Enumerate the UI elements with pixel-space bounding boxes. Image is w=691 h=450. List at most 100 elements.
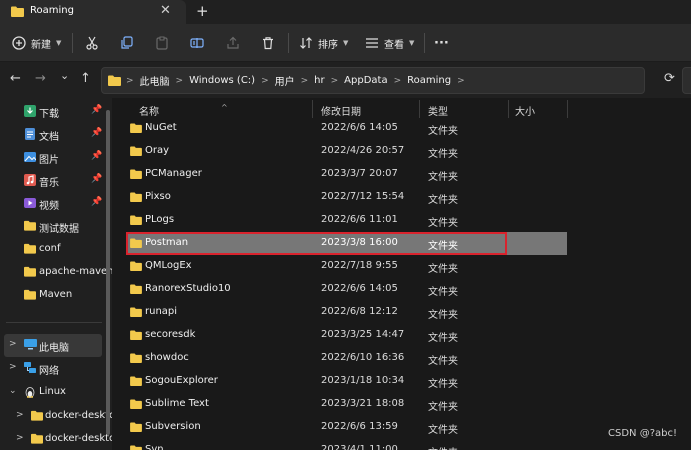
- more-options-button[interactable]: ···: [434, 24, 449, 62]
- video-icon: [24, 198, 36, 208]
- sidebar-item-music[interactable]: 音乐 📌: [0, 169, 104, 192]
- sidebar-item-videos[interactable]: 视频 📌: [0, 192, 104, 215]
- sidebar-item-test-data[interactable]: 测试数据: [0, 215, 104, 238]
- breadcrumb-this-pc[interactable]: 此电脑: [140, 73, 170, 88]
- file-type: 文件夹: [428, 264, 458, 275]
- column-divider[interactable]: [312, 100, 313, 118]
- sidebar-item-docker-desktop-data[interactable]: > docker-deskto: [0, 428, 115, 450]
- breadcrumb-separator: >: [126, 75, 134, 86]
- table-row[interactable]: Svn 2023/4/1 11:00 文件夹: [126, 439, 567, 450]
- tab-roaming[interactable]: Roaming ✕: [0, 0, 186, 24]
- refresh-icon[interactable]: ⟳: [664, 71, 675, 86]
- sidebar-item-linux[interactable]: ⌄ Linux: [0, 381, 104, 404]
- file-type: 文件夹: [428, 356, 458, 367]
- folder-icon: [130, 353, 142, 366]
- column-header-name[interactable]: 名称: [139, 103, 159, 118]
- folder-icon: [130, 445, 142, 450]
- address-bar[interactable]: > 此电脑 > Windows (C:) > 用户 > hr > AppData…: [101, 67, 645, 94]
- column-divider[interactable]: [567, 100, 568, 118]
- folder-icon: [130, 307, 142, 317]
- breadcrumb-separator: >: [261, 75, 269, 86]
- table-row[interactable]: Subversion 2022/6/6 13:59 文件夹: [126, 416, 567, 439]
- chevron-right-icon[interactable]: >: [9, 362, 17, 372]
- sidebar-scrollbar[interactable]: [106, 110, 110, 435]
- sort-button[interactable]: 排序 ▼: [299, 24, 348, 62]
- tab-title: Roaming: [30, 5, 74, 16]
- folder-icon: [130, 376, 142, 386]
- folder-icon: [31, 433, 43, 444]
- copy-button[interactable]: [120, 24, 134, 62]
- file-type: 文件夹: [428, 444, 458, 450]
- sidebar-item-apache-maven[interactable]: apache-maven: [0, 261, 113, 284]
- table-row[interactable]: RanorexStudio10 2022/6/6 14:05 文件夹: [126, 278, 567, 301]
- folder-icon: [130, 422, 142, 432]
- table-row[interactable]: PCManager 2023/3/7 20:07 文件夹: [126, 163, 567, 186]
- up-arrow-icon[interactable]: ↑: [80, 71, 91, 86]
- file-date: 2023/4/1 11:00: [321, 444, 398, 450]
- close-tab-icon[interactable]: ✕: [160, 3, 171, 18]
- table-row-selected[interactable]: Postman 2023/3/8 16:00 文件夹: [126, 232, 567, 255]
- table-row[interactable]: PLogs 2022/6/6 11:01 文件夹: [126, 209, 567, 232]
- file-name: Oray: [145, 145, 170, 156]
- new-button[interactable]: 新建 ▼: [12, 24, 61, 62]
- table-row[interactable]: SogouExplorer 2023/1/18 10:34 文件夹: [126, 370, 567, 393]
- column-header-type[interactable]: 类型: [428, 103, 448, 118]
- sidebar-item-pictures[interactable]: 图片 📌: [0, 146, 104, 169]
- chevron-right-icon[interactable]: >: [16, 410, 24, 420]
- breadcrumb-hr[interactable]: hr: [314, 75, 324, 86]
- back-arrow-icon[interactable]: ←: [10, 71, 21, 86]
- recent-locations-icon[interactable]: ⌄: [60, 69, 69, 82]
- file-name: showdoc: [145, 352, 189, 363]
- search-input[interactable]: [682, 67, 691, 94]
- file-type: 文件夹: [428, 218, 458, 229]
- sidebar-item-maven[interactable]: Maven: [0, 284, 104, 307]
- sidebar-item-label: Linux: [39, 386, 66, 397]
- table-row[interactable]: runapi 2022/6/8 12:12 文件夹: [126, 301, 567, 324]
- file-date: 2023/3/8 16:00: [321, 237, 398, 248]
- sidebar-item-conf[interactable]: conf: [0, 238, 104, 261]
- column-divider[interactable]: [508, 100, 509, 118]
- sidebar-item-documents[interactable]: 文档 📌: [0, 123, 104, 146]
- table-row[interactable]: Oray 2022/4/26 20:57 文件夹: [126, 140, 567, 163]
- sidebar-item-downloads[interactable]: 下载 📌: [0, 100, 104, 123]
- file-type: 文件夹: [428, 241, 458, 252]
- breadcrumb-appdata[interactable]: AppData: [344, 75, 387, 86]
- breadcrumb-roaming[interactable]: Roaming: [407, 75, 451, 86]
- trash-icon: [263, 37, 273, 50]
- table-row[interactable]: NuGet 2022/6/6 14:05 文件夹: [126, 117, 567, 140]
- file-name: Postman: [145, 237, 189, 248]
- cut-button[interactable]: [85, 24, 99, 62]
- breadcrumb-separator: >: [300, 75, 309, 86]
- chevron-right-icon[interactable]: >: [16, 433, 24, 443]
- share-button[interactable]: [226, 24, 240, 62]
- delete-button[interactable]: [261, 24, 275, 62]
- table-row[interactable]: Pixso 2022/7/12 15:54 文件夹: [126, 186, 567, 209]
- folder-icon: [130, 399, 142, 409]
- column-header-date[interactable]: 修改日期: [321, 103, 361, 118]
- table-row[interactable]: Sublime Text 2023/3/21 18:08 文件夹: [126, 393, 567, 416]
- column-divider[interactable]: [419, 100, 420, 118]
- chevron-down-icon[interactable]: ⌄: [9, 386, 17, 396]
- view-button[interactable]: 查看 ▼: [365, 24, 414, 62]
- table-row[interactable]: secoresdk 2023/3/25 14:47 文件夹: [126, 324, 567, 347]
- table-row[interactable]: QMLogEx 2022/7/18 9:55 文件夹: [126, 255, 567, 278]
- sidebar-item-this-pc[interactable]: > 此电脑: [4, 334, 102, 357]
- forward-arrow-icon[interactable]: →: [35, 71, 46, 86]
- rename-button[interactable]: [190, 24, 204, 62]
- file-type: 文件夹: [428, 287, 458, 298]
- new-tab-icon[interactable]: +: [196, 2, 209, 20]
- column-header-size[interactable]: 大小: [515, 103, 535, 118]
- sidebar-item-docker-desktop[interactable]: > docker-deskto: [0, 405, 115, 428]
- chevron-down-icon: ▼: [343, 39, 349, 47]
- breadcrumb-users[interactable]: 用户: [275, 73, 295, 88]
- breadcrumb-drive-c[interactable]: Windows (C:): [189, 75, 255, 86]
- file-type: 文件夹: [428, 402, 458, 413]
- sidebar-item-network[interactable]: > 网络: [0, 357, 104, 380]
- table-row[interactable]: showdoc 2022/6/10 16:36 文件夹: [126, 347, 567, 370]
- sort-icon: [300, 37, 312, 49]
- toolbar-divider: [72, 33, 73, 53]
- file-date: 2022/4/26 20:57: [321, 145, 405, 156]
- folder-icon: [130, 169, 142, 179]
- chevron-right-icon[interactable]: >: [9, 339, 17, 349]
- paste-button[interactable]: [155, 24, 169, 62]
